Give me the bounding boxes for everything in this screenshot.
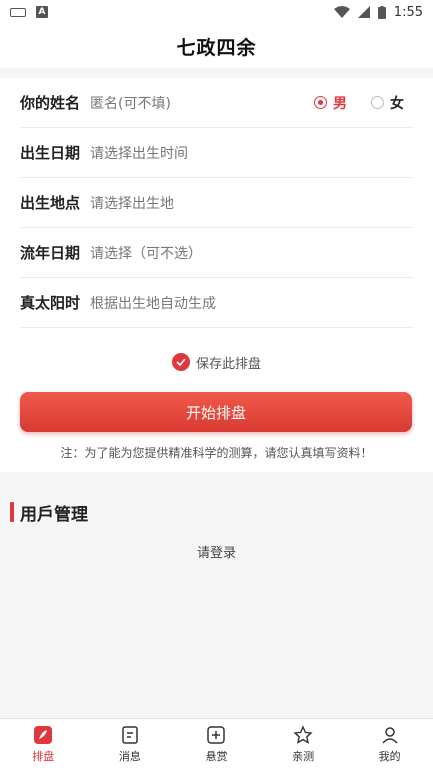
radio-female-icon <box>371 96 384 109</box>
tab-bounty[interactable]: 悬赏 <box>173 719 260 770</box>
tab-label: 亲测 <box>292 750 315 763</box>
solar-time-row: 真太阳时 根据出生地自动生成 <box>20 278 414 328</box>
user-management-section: 用戶管理 请登录 <box>0 490 433 718</box>
form-note: 注：为了能为您提供精准科学的测算，请您认真填写资料！ <box>60 446 373 460</box>
document-icon <box>120 725 140 745</box>
gender-selector: 男 女 <box>314 93 404 113</box>
flow-year-row[interactable]: 流年日期 请选择（可不选） <box>20 228 414 278</box>
flow-year-field[interactable]: 请选择（可不选） <box>90 243 414 263</box>
bottom-tab-bar: 排盘 消息 悬赏 亲测 我的 <box>0 718 433 770</box>
birth-date-label: 出生日期 <box>20 144 81 162</box>
flow-year-label: 流年日期 <box>20 244 81 262</box>
tab-paipan[interactable]: 排盘 <box>0 719 87 770</box>
birth-place-label: 出生地点 <box>20 194 81 212</box>
tab-me[interactable]: 我的 <box>346 719 433 770</box>
tab-label: 消息 <box>118 750 141 763</box>
tab-label: 悬赏 <box>205 750 228 763</box>
radio-male-icon <box>314 96 327 109</box>
wifi-icon <box>333 6 350 18</box>
birth-date-row[interactable]: 出生日期 请选择出生时间 <box>20 128 414 178</box>
signal-icon <box>357 6 370 18</box>
status-time: 1:55 <box>393 4 423 20</box>
section-accent-bar <box>10 502 14 522</box>
birth-date-field[interactable]: 请选择出生时间 <box>90 143 414 163</box>
gender-male-label: 男 <box>333 95 347 112</box>
save-chart-toggle[interactable]: 保存此排盘 <box>0 350 433 374</box>
section-title: 用戶管理 <box>20 505 88 525</box>
accessibility-a-icon: A <box>36 6 48 18</box>
check-circle-icon[interactable] <box>171 353 190 371</box>
plus-box-icon <box>206 725 226 745</box>
user-icon <box>380 725 400 745</box>
tab-messages[interactable]: 消息 <box>87 719 174 770</box>
birth-place-row[interactable]: 出生地点 请选择出生地 <box>20 178 414 228</box>
keyboard-icon <box>10 7 26 17</box>
birth-place-field[interactable]: 请选择出生地 <box>90 193 414 213</box>
solar-time-value: 根据出生地自动生成 <box>90 295 216 312</box>
tab-label: 排盘 <box>32 750 55 763</box>
app-header: 七政四余 <box>0 24 433 68</box>
gender-female-option[interactable]: 女 <box>371 93 404 113</box>
feather-icon <box>33 725 53 745</box>
name-input[interactable]: 匿名(可不填) <box>90 93 314 113</box>
tab-tested[interactable]: 亲测 <box>260 719 347 770</box>
save-chart-label: 保存此排盘 <box>195 356 261 372</box>
status-bar: A 1:55 <box>0 0 433 24</box>
login-link[interactable]: 请登录 <box>0 542 433 561</box>
tab-label: 我的 <box>378 750 401 763</box>
name-row: 你的姓名 匿名(可不填) 男 女 <box>20 78 414 128</box>
battery-icon <box>377 5 386 19</box>
solar-time-label: 真太阳时 <box>20 294 81 312</box>
star-icon <box>293 725 313 745</box>
page-title: 七政四余 <box>176 36 257 59</box>
gender-male-option[interactable]: 男 <box>314 93 347 113</box>
name-label: 你的姓名 <box>20 94 81 112</box>
start-chart-button[interactable]: 开始排盘 <box>20 392 412 432</box>
gender-female-label: 女 <box>390 95 404 112</box>
